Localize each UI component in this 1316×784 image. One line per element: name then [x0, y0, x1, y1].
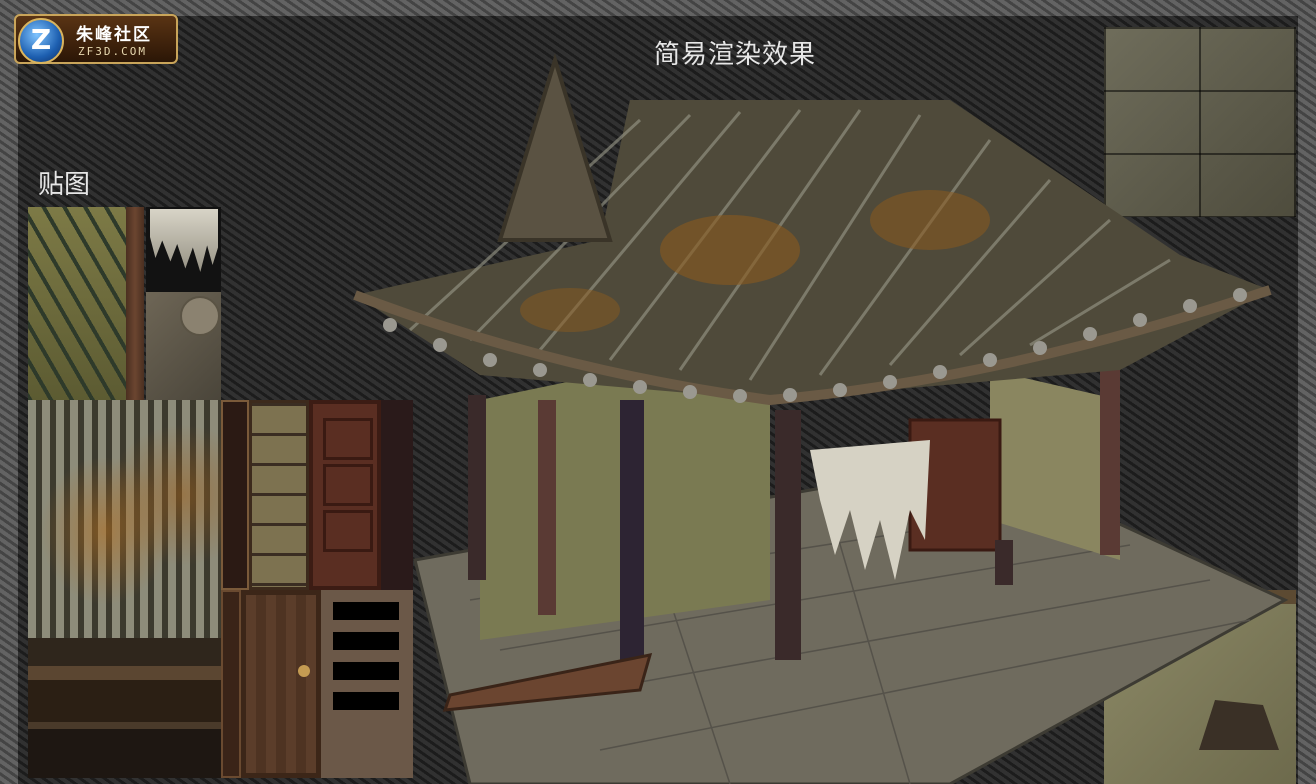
- site-logo[interactable]: Z 朱峰社区 ZF3D.COM: [14, 14, 178, 64]
- texture-pillar-red: [221, 590, 241, 778]
- logo-title: 朱峰社区: [76, 25, 152, 45]
- texture-wood-door: [241, 590, 321, 778]
- texture-cloth: [146, 207, 221, 292]
- pillar: [620, 400, 644, 675]
- logo-badge-icon: Z: [18, 18, 64, 64]
- pillar: [775, 410, 801, 660]
- pillar: [995, 540, 1013, 585]
- logo-subtitle: ZF3D.COM: [78, 45, 147, 58]
- pavilion-render: [353, 53, 1289, 784]
- disc-icon: [180, 296, 220, 336]
- texture-window: [249, 400, 309, 590]
- texture-beam: [126, 207, 144, 400]
- texture-label: 贴图: [38, 170, 91, 200]
- pillar: [538, 400, 556, 615]
- texture-couplet: [221, 400, 249, 590]
- door-knob-icon: [298, 665, 310, 677]
- texture-ornaments: [146, 292, 221, 400]
- texture-roof-rusted: [28, 400, 221, 638]
- texture-lattice: [28, 638, 221, 778]
- pillar: [468, 395, 486, 580]
- pillar: [1100, 355, 1120, 555]
- roof-gable: [497, 53, 613, 242]
